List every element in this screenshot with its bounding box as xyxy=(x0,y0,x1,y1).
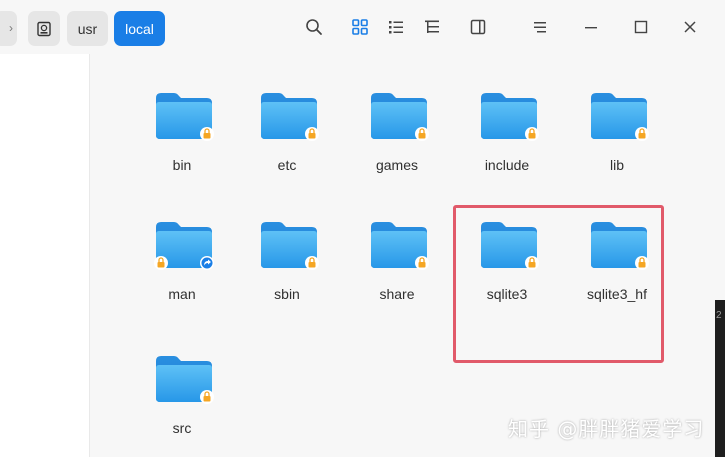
list-view-icon[interactable] xyxy=(386,17,406,37)
folder-name: man xyxy=(168,286,196,302)
folder-item[interactable]: include xyxy=(452,90,562,200)
folder-item[interactable]: man xyxy=(127,219,237,329)
folder-item[interactable]: games xyxy=(342,90,452,200)
folder-name: bin xyxy=(172,157,192,173)
disk-icon xyxy=(37,21,51,36)
folder-item[interactable]: sqlite3_hf xyxy=(562,219,672,329)
folder-icon xyxy=(261,93,319,141)
folder-name: lib xyxy=(609,157,624,173)
folder-name: etc xyxy=(277,157,297,173)
folder-item[interactable]: src xyxy=(127,353,237,457)
background-window-text: 2 xyxy=(716,310,722,321)
folder-name: sbin xyxy=(274,286,300,302)
watermark: 知乎 @胖胖猪爱学习 xyxy=(508,417,705,441)
folder-icon xyxy=(371,222,429,270)
breadcrumb-usr[interactable]: usr xyxy=(67,11,108,46)
folder-icon xyxy=(154,222,214,270)
folder-icon xyxy=(481,222,539,270)
folder-name: sqlite3_hf xyxy=(587,286,647,302)
folder-item[interactable]: sqlite3 xyxy=(452,219,562,329)
folder-item[interactable]: etc xyxy=(232,90,342,200)
folder-item[interactable]: bin xyxy=(127,90,237,200)
chevron-right-icon: › xyxy=(9,21,13,35)
back-button[interactable]: › xyxy=(0,11,17,46)
tree-view-icon[interactable] xyxy=(422,17,442,37)
sidebar xyxy=(0,54,90,457)
folder-item[interactable]: lib xyxy=(562,90,672,200)
minimize-icon[interactable] xyxy=(581,17,601,37)
breadcrumb-local-label: local xyxy=(125,20,154,37)
file-view: bin etc games include lib man sbin share… xyxy=(91,54,725,457)
folder-name: include xyxy=(484,157,530,173)
folder-name: share xyxy=(379,286,415,302)
folder-icon xyxy=(261,222,319,270)
menu-icon[interactable] xyxy=(530,17,550,37)
breadcrumb-local[interactable]: local xyxy=(114,11,165,46)
folder-icon xyxy=(591,222,649,270)
folder-icon xyxy=(156,93,214,141)
breadcrumb-root-disk[interactable] xyxy=(28,11,60,46)
folder-name: sqlite3 xyxy=(486,286,528,302)
folder-icon xyxy=(371,93,429,141)
folder-item[interactable]: share xyxy=(342,219,452,329)
grid-view-icon[interactable] xyxy=(350,17,370,37)
folder-icon xyxy=(591,93,649,141)
breadcrumb-usr-label: usr xyxy=(77,20,98,37)
folder-name: src xyxy=(172,420,192,436)
search-icon[interactable] xyxy=(304,17,324,37)
sidebar-toggle-icon[interactable] xyxy=(468,17,488,37)
toolbar: › usr local xyxy=(0,0,725,54)
folder-icon xyxy=(156,356,214,404)
background-window-edge: 2 xyxy=(715,300,725,457)
folder-name: games xyxy=(375,157,419,173)
folder-item[interactable]: sbin xyxy=(232,219,342,329)
maximize-icon[interactable] xyxy=(631,17,651,37)
close-icon[interactable] xyxy=(680,17,700,37)
folder-icon xyxy=(481,93,539,141)
